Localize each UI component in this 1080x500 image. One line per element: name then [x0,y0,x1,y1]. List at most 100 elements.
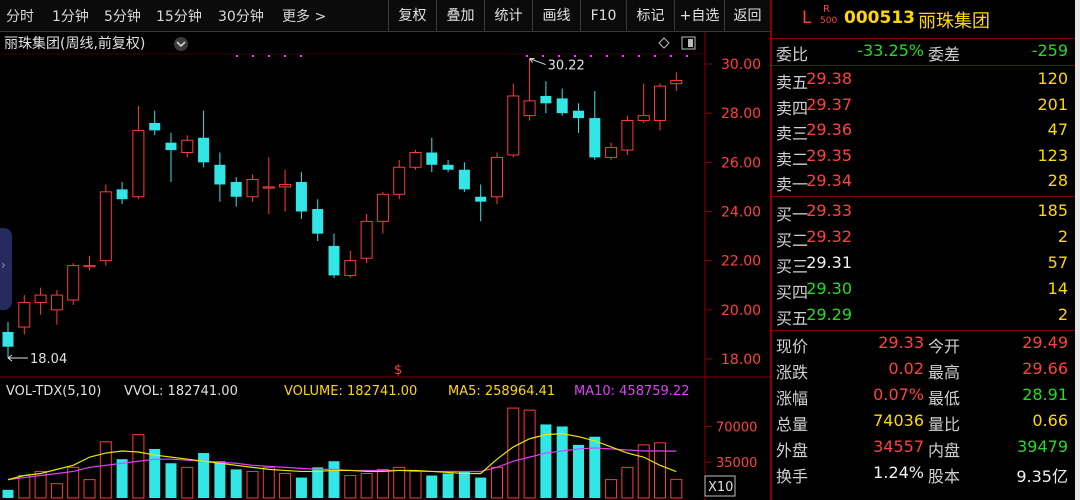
volume-bar[interactable] [376,468,389,499]
candle[interactable] [2,322,14,359]
period-fenshi[interactable]: 分时 [6,6,34,26]
candle[interactable] [116,182,128,205]
candle[interactable] [670,72,683,91]
candle[interactable] [344,250,357,278]
ask-row[interactable]: 卖四 29.37 201 [772,94,1072,118]
candle[interactable] [246,174,259,202]
candle[interactable] [393,159,406,200]
candle[interactable] [442,159,454,173]
volume-bar[interactable] [589,436,601,498]
volume-bar[interactable] [670,478,683,499]
side-collapse-handle[interactable]: › [0,228,12,310]
candle[interactable] [181,135,194,158]
volume-bar[interactable] [491,466,503,499]
bid-row[interactable]: 买二 29.32 2 [772,226,1072,250]
candle[interactable] [312,199,324,241]
candle[interactable] [328,233,340,278]
candle[interactable] [654,83,666,131]
candle[interactable] [295,172,307,219]
candle[interactable] [262,157,275,214]
candle[interactable] [540,81,552,114]
volume-bar[interactable] [344,475,357,499]
volume-bar[interactable] [214,461,226,498]
volume-bar[interactable] [83,479,96,499]
volume-bar[interactable] [198,453,210,498]
candle[interactable] [360,213,373,264]
candle[interactable] [376,191,389,234]
candle[interactable] [409,150,422,170]
volume-bar[interactable] [507,407,520,499]
candle[interactable] [34,287,47,315]
candle[interactable] [573,103,584,133]
candle[interactable] [18,295,31,335]
volume-bar[interactable] [262,466,275,499]
candle[interactable] [50,290,63,325]
volume-bar[interactable] [116,459,128,498]
volume-bar[interactable] [637,444,650,499]
candle[interactable] [589,91,601,160]
candle[interactable] [637,83,650,123]
volume-bar[interactable] [279,472,292,499]
candle[interactable] [523,58,536,121]
volume-bar[interactable] [50,483,63,499]
volume-bar[interactable] [523,409,536,499]
period-5min[interactable]: 5分钟 [104,6,141,26]
candle[interactable] [165,132,177,182]
candle[interactable] [621,115,634,155]
candle[interactable] [99,184,112,266]
ask-row[interactable]: 卖二 29.35 123 [772,145,1072,169]
candle[interactable] [67,263,80,305]
candle[interactable] [605,142,618,160]
bid-row[interactable]: 买三 29.31 57 [772,252,1072,276]
period-15min[interactable]: 15分钟 [156,6,202,26]
vol-indicator-name[interactable]: VOL-TDX(5,10) [6,384,101,399]
volume-bar[interactable] [573,444,584,498]
add-watchlist-button[interactable]: +自选 [674,0,724,32]
volume-bar[interactable] [605,479,618,499]
volume-bar[interactable] [18,475,31,499]
window-icon[interactable] [681,36,696,50]
bid-row[interactable]: 买四 29.30 14 [772,278,1072,302]
candle[interactable] [198,110,210,168]
volume-bar[interactable] [360,472,373,499]
candle[interactable] [475,184,487,222]
candle[interactable] [132,105,145,200]
candle[interactable] [556,88,568,116]
volume-bar[interactable] [409,470,422,499]
bid-row[interactable]: 买一 29.33 185 [772,200,1072,224]
volume-bar[interactable] [556,426,568,498]
ask-row[interactable]: 卖一 29.34 28 [772,170,1072,194]
volume-bar[interactable] [426,475,438,498]
candle[interactable] [507,83,520,158]
back-button[interactable]: 返回 [724,0,770,32]
period-more[interactable]: 更多 > [282,6,326,26]
candle[interactable] [426,137,438,173]
draw-line-button[interactable]: 画线 [532,0,580,32]
ask-row[interactable]: 卖三 29.36 47 [772,119,1072,143]
chart-settings-icon[interactable] [174,37,188,51]
mark-button[interactable]: 标记 [626,0,674,32]
bid-row[interactable]: 买五 29.29 2 [772,304,1072,328]
volume-bar[interactable] [99,441,112,499]
period-1min[interactable]: 1分钟 [52,6,89,26]
ask-row[interactable]: 卖五 29.38 120 [772,68,1072,92]
statistics-button[interactable]: 统计 [484,0,532,32]
volume-bar[interactable] [246,470,259,499]
volume-bar[interactable] [393,466,406,499]
f10-button[interactable]: F10 [580,0,626,32]
kline-chart[interactable]: 丽珠集团(周线,前复权) 30.00 28.00 26.00 24.00 22.00 20… [0,32,770,500]
fuquan-button[interactable]: 复权 [388,0,436,32]
candle[interactable] [230,177,242,207]
volume-bar[interactable] [2,489,14,498]
volume-bar[interactable] [149,448,161,498]
volume-bar[interactable] [442,473,454,498]
volume-bar[interactable] [181,466,194,499]
volume-bar[interactable] [295,477,307,498]
overlay-button[interactable]: 叠加 [436,0,484,32]
candle[interactable] [458,162,470,192]
candle[interactable] [214,152,226,202]
volume-bar[interactable] [475,477,487,498]
diamond-icon[interactable] [658,37,670,49]
candle[interactable] [83,255,96,271]
candle[interactable] [149,110,161,136]
